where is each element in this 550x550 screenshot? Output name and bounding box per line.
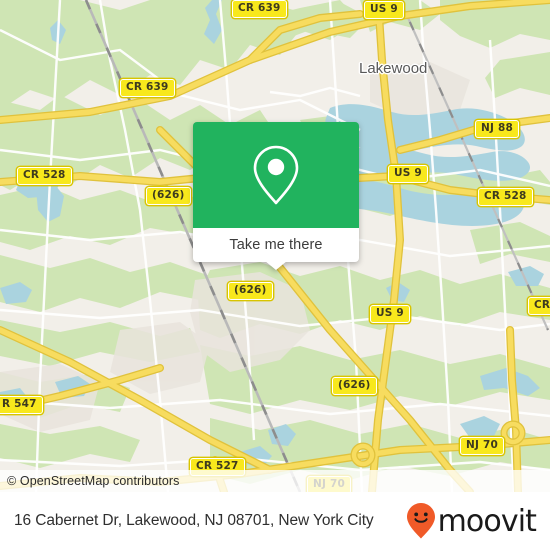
take-me-there-button[interactable]: Take me there bbox=[193, 228, 359, 262]
osm-attribution-text: © OpenStreetMap contributors bbox=[7, 474, 180, 488]
popup-pointer-tip bbox=[265, 261, 287, 270]
road-shield: US 9 bbox=[388, 165, 428, 183]
bottom-info-bar: 16 Cabernet Dr, Lakewood, NJ 08701, New … bbox=[0, 492, 550, 550]
road-shield: CR 639 bbox=[120, 79, 175, 97]
take-me-there-label: Take me there bbox=[229, 237, 323, 253]
road-shield: (626) bbox=[146, 187, 191, 205]
moovit-pin-icon bbox=[406, 503, 435, 539]
map-screenshot: Lakewood CR 639 US 9 CR 639 NJ 88 CR 528… bbox=[0, 0, 550, 550]
road-shield: NJ 70 bbox=[460, 437, 504, 455]
road-shield: R 547 bbox=[0, 396, 43, 414]
road-shield: CR 528 bbox=[17, 167, 72, 185]
road-shield: US 9 bbox=[370, 305, 410, 323]
map-pin-icon bbox=[253, 145, 299, 205]
popup-image-placeholder bbox=[193, 122, 359, 228]
road-shield: NJ 88 bbox=[475, 120, 519, 138]
moovit-logo[interactable]: moovit bbox=[406, 502, 537, 540]
location-popup-card[interactable]: Take me there bbox=[193, 122, 359, 270]
road-shield: US 9 bbox=[364, 1, 404, 19]
road-shield: CR bbox=[528, 297, 550, 315]
place-label-lakewood: Lakewood bbox=[359, 60, 428, 77]
road-shield: (626) bbox=[228, 282, 273, 300]
road-shield: (626) bbox=[332, 377, 377, 395]
osm-attribution: © OpenStreetMap contributors bbox=[0, 470, 550, 492]
moovit-wordmark: moovit bbox=[437, 504, 537, 539]
road-shield: CR 528 bbox=[478, 188, 533, 206]
road-shield: CR 639 bbox=[232, 0, 287, 18]
address-label: 16 Cabernet Dr, Lakewood, NJ 08701, New … bbox=[14, 512, 374, 529]
